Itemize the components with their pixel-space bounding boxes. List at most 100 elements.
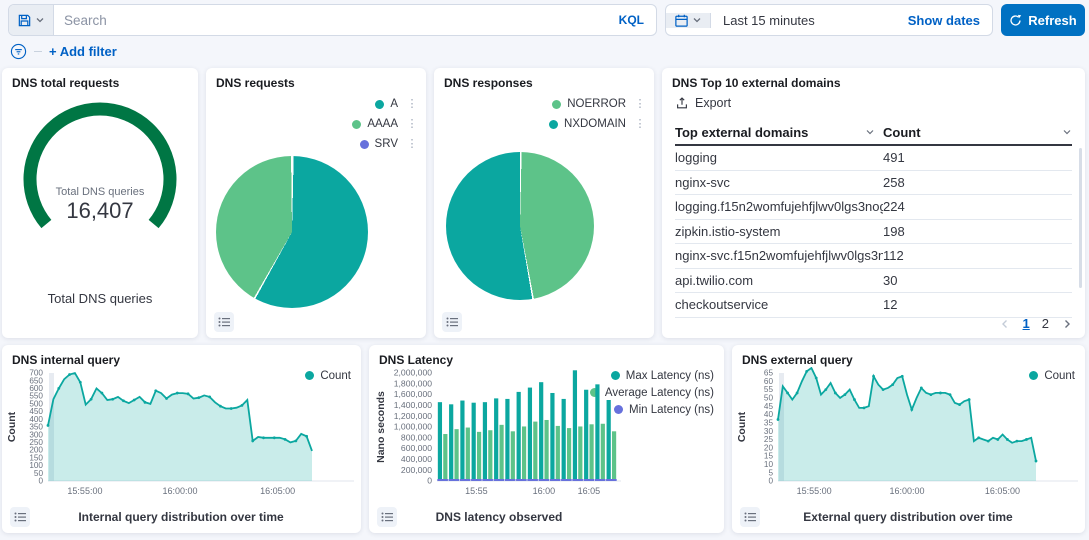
- table-row[interactable]: zipkin.istio-system198: [675, 220, 1072, 245]
- cell-count: 224: [883, 199, 1072, 214]
- filter-bar: + Add filter: [10, 41, 117, 61]
- svg-text:150: 150: [29, 453, 43, 462]
- svg-text:1,000,000: 1,000,000: [394, 422, 432, 432]
- svg-text:0: 0: [427, 476, 432, 486]
- pagination: 1 2: [999, 316, 1073, 331]
- legend-toggle-button[interactable]: [10, 507, 30, 527]
- kql-language-button[interactable]: KQL: [607, 13, 656, 27]
- table-row[interactable]: nginx-svc.f15n2womfujehfjlwv0lgs3no...11…: [675, 244, 1072, 269]
- legend-item-menu-icon[interactable]: ⋮: [406, 139, 418, 149]
- svg-text:100: 100: [29, 461, 43, 470]
- column-label: Count: [883, 125, 921, 140]
- legend-item[interactable]: NXDOMAIN: [549, 118, 626, 130]
- cell-domain: checkoutservice: [675, 297, 883, 312]
- dns-requests-pie-chart[interactable]: [216, 156, 368, 308]
- external-query-area-chart[interactable]: 0510152025303540455055606515:55:0016:00:…: [736, 367, 1080, 503]
- chart-wrap: 0200,000400,000600,000800,0001,000,0001,…: [375, 367, 623, 524]
- column-header-domains[interactable]: Top external domains: [675, 125, 883, 140]
- svg-text:650: 650: [29, 376, 43, 385]
- legend-label: NXDOMAIN: [564, 118, 626, 130]
- time-range-value[interactable]: Last 15 minutes: [711, 13, 896, 28]
- svg-text:65: 65: [764, 369, 774, 378]
- legend-row: AAAA ⋮: [352, 114, 418, 134]
- page-1-button[interactable]: 1: [1023, 316, 1030, 331]
- table-scrollbar[interactable]: [1079, 148, 1082, 288]
- table-row[interactable]: api.twilio.com30: [675, 269, 1072, 294]
- date-quick-select-button[interactable]: [666, 13, 711, 28]
- refresh-button[interactable]: Refresh: [1001, 4, 1085, 36]
- legend-item[interactable]: Min Latency (ns): [614, 404, 714, 416]
- previous-page-icon[interactable]: [999, 318, 1011, 330]
- search-input[interactable]: [54, 13, 607, 28]
- saved-query-menu-button[interactable]: [9, 5, 54, 35]
- legend-toggle-button[interactable]: [214, 312, 234, 332]
- legend-dot: [360, 140, 369, 149]
- legend-item[interactable]: AAAA: [352, 118, 398, 130]
- cell-domain: nginx-svc.f15n2womfujehfjlwv0lgs3no...: [675, 248, 883, 263]
- panel-dns-top-domains: DNS Top 10 external domains Export Top e…: [662, 68, 1085, 338]
- legend-toggle-button[interactable]: [442, 312, 462, 332]
- table-row[interactable]: logging491: [675, 146, 1072, 171]
- legend-item[interactable]: NOERROR: [552, 98, 626, 110]
- chevron-down-icon: [35, 15, 45, 25]
- svg-text:1,400,000: 1,400,000: [394, 400, 432, 410]
- svg-text:550: 550: [29, 392, 43, 401]
- export-icon: [675, 96, 689, 110]
- panel-title: DNS Latency: [369, 345, 724, 367]
- legend-label: SRV: [375, 138, 398, 150]
- legend-toggle-button[interactable]: [740, 507, 760, 527]
- dns-responses-pie-chart[interactable]: [446, 152, 594, 300]
- svg-text:500: 500: [29, 399, 43, 408]
- legend-toggle-button[interactable]: [377, 507, 397, 527]
- table-row[interactable]: logging.f15n2womfujehfjlwv0lgs3nog....22…: [675, 195, 1072, 220]
- panel-dns-external-query: DNS external query Count 051015202530354…: [732, 345, 1085, 533]
- panel-title: DNS Top 10 external domains: [662, 68, 1085, 90]
- list-icon: [218, 316, 230, 328]
- pie-legend: NOERROR ⋮ NXDOMAIN ⋮: [549, 94, 646, 134]
- cell-domain: zipkin.istio-system: [675, 224, 883, 239]
- legend-item[interactable]: Max Latency (ns): [611, 370, 714, 382]
- legend-item[interactable]: SRV: [360, 138, 398, 150]
- query-bar: KQL Last 15 minutes Show dates Refresh: [8, 4, 1085, 36]
- svg-text:15:55:00: 15:55:00: [67, 486, 102, 496]
- sort-chevron-icon[interactable]: [1062, 127, 1072, 137]
- next-page-icon[interactable]: [1061, 318, 1073, 330]
- table-row[interactable]: checkoutservice12: [675, 293, 1072, 318]
- legend-row: SRV ⋮: [352, 134, 418, 154]
- export-label: Export: [695, 96, 731, 110]
- svg-text:1,800,000: 1,800,000: [394, 378, 432, 388]
- svg-text:16:00:00: 16:00:00: [162, 486, 197, 496]
- internal-query-area-chart[interactable]: 0501001502002503003504004505005506006507…: [6, 367, 356, 503]
- legend-item-menu-icon[interactable]: ⋮: [406, 119, 418, 129]
- chart-wrap: 0510152025303540455055606515:55:0016:00:…: [736, 367, 1080, 524]
- svg-text:50: 50: [764, 394, 774, 403]
- export-button[interactable]: Export: [675, 96, 731, 110]
- page-2-button[interactable]: 2: [1042, 316, 1049, 331]
- add-filter-button[interactable]: + Add filter: [49, 44, 117, 59]
- legend-item[interactable]: A: [375, 98, 398, 110]
- list-icon: [14, 511, 26, 523]
- svg-text:1,200,000: 1,200,000: [394, 411, 432, 421]
- show-dates-button[interactable]: Show dates: [896, 13, 992, 28]
- svg-text:16:00: 16:00: [533, 486, 556, 496]
- svg-text:600,000: 600,000: [401, 443, 432, 453]
- panel-dns-responses: DNS responses NOERROR⋮NXDOMAIN⋮: [434, 68, 654, 338]
- dns-latency-bar-chart[interactable]: 0200,000400,000600,000800,0001,000,0001,…: [375, 367, 623, 503]
- gauge-label: Total DNS queries: [10, 186, 190, 198]
- panel-dns-requests: DNS requests A⋮AAAA⋮SRV⋮: [206, 68, 426, 338]
- legend-item-menu-icon[interactable]: ⋮: [634, 99, 646, 109]
- svg-text:55: 55: [764, 385, 774, 394]
- sort-chevron-icon[interactable]: [865, 127, 875, 137]
- list-icon: [446, 316, 458, 328]
- svg-text:16:05: 16:05: [578, 486, 601, 496]
- search-input-wrap: KQL: [54, 5, 656, 35]
- filter-icon[interactable]: [10, 43, 27, 60]
- svg-text:15: 15: [764, 452, 774, 461]
- save-icon: [17, 13, 32, 28]
- table-row[interactable]: nginx-svc258: [675, 171, 1072, 196]
- svg-text:20: 20: [764, 443, 774, 452]
- legend-item-menu-icon[interactable]: ⋮: [634, 119, 646, 129]
- column-header-count[interactable]: Count: [883, 125, 1072, 140]
- legend-item-menu-icon[interactable]: ⋮: [406, 99, 418, 109]
- svg-text:400,000: 400,000: [401, 454, 432, 464]
